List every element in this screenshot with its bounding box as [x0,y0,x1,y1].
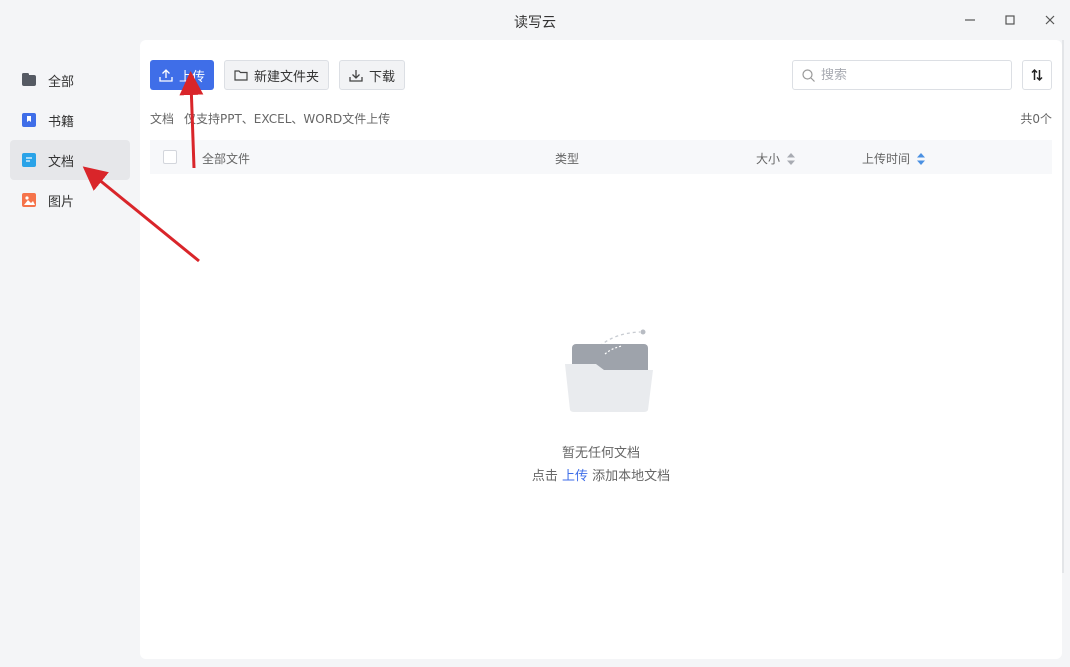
sidebar-item-label: 文档 [48,154,75,170]
scrollbar[interactable] [1062,40,1064,573]
category-label: 文档 [150,112,175,126]
empty-subtitle: 点击 上传 添加本地文档 [140,465,1062,484]
sidebar-item-books[interactable]: 书籍 [10,100,130,140]
sidebar-item-label: 图片 [48,194,75,210]
search-icon [802,68,815,82]
sidebar-item-images[interactable]: 图片 [10,180,130,220]
download-button[interactable]: 下载 [339,60,405,90]
sort-icon [1031,68,1043,82]
upload-button-label: 上传 [179,69,206,85]
column-upload-time[interactable]: 上传时间 [862,150,926,167]
empty-suffix: 添加本地文档 [592,469,671,484]
sidebar-item-all[interactable]: 全部 [10,60,130,100]
download-button-label: 下载 [369,69,396,85]
empty-upload-link[interactable]: 上传 [562,469,588,484]
sidebar-item-label: 全部 [48,74,75,90]
minimize-button[interactable] [960,10,980,30]
minimize-icon [965,19,975,21]
sidebar-item-label: 书籍 [48,114,75,130]
image-icon [22,193,36,207]
close-icon [1045,15,1055,25]
empty-title: 暂无任何文档 [561,446,640,461]
book-icon [22,113,36,127]
empty-state: 暂无任何文档 点击 上传 添加本地文档 [140,328,1062,488]
column-name: 全部文件 [202,150,250,167]
column-size-label: 大小 [756,152,781,166]
search-input[interactable] [821,67,991,83]
sort-arrows-icon[interactable] [786,152,796,165]
column-name-label: 全部文件 [202,152,251,166]
column-type-label: 类型 [555,152,580,166]
close-button[interactable] [1040,10,1060,30]
table-header: 全部文件 类型 大小 上传时间 [150,140,1052,174]
upload-hint-text: 仅支持PPT、EXCEL、WORD文件上传 [184,112,391,126]
maximize-button[interactable] [1000,10,1020,30]
search-box[interactable] [792,60,1012,90]
folder-icon [234,70,248,81]
empty-prefix: 点击 [531,469,558,484]
upload-icon [159,69,173,82]
empty-folder-icon [565,329,653,412]
title-bar: 读写云 [0,0,1070,40]
column-size[interactable]: 大小 [756,150,796,167]
all-icon [22,73,36,87]
main-panel: 上传 新建文件夹 下载 搜索 文档 仅支持PPT、EXCEL、WORD文件上传 … [140,40,1062,659]
download-icon [349,70,363,82]
sort-toggle-button[interactable] [1022,60,1052,90]
upload-hint-row: 文档 仅支持PPT、EXCEL、WORD文件上传 共0个 [150,110,1052,126]
file-count: 共0个 [1020,112,1052,126]
new-folder-button-label: 新建文件夹 [254,69,320,85]
column-type: 类型 [555,150,579,167]
new-folder-button[interactable]: 新建文件夹 [224,60,329,90]
toolbar: 上传 新建文件夹 下载 [150,60,1052,90]
sidebar: 全部 书籍 文档 图片 [10,60,130,220]
sidebar-item-documents[interactable]: 文档 [10,140,130,180]
select-all-checkbox[interactable] [163,150,177,164]
sort-arrows-icon[interactable] [916,152,926,165]
window-title: 读写云 [514,15,556,31]
maximize-icon [1005,15,1015,25]
upload-button[interactable]: 上传 [150,60,214,90]
document-icon [22,153,36,167]
column-upload-time-label: 上传时间 [862,152,911,166]
